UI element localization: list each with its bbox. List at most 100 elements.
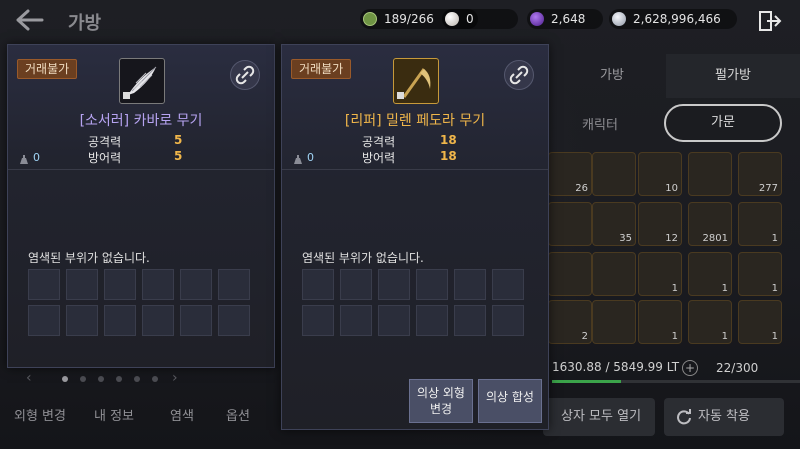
tab-label: 내 정보: [94, 409, 135, 424]
dye-slot: [142, 269, 174, 300]
inventory-slot[interactable]: 1: [688, 252, 732, 296]
inventory-slot[interactable]: [592, 300, 636, 344]
dye-slot: [28, 269, 60, 300]
inventory-slot[interactable]: [592, 252, 636, 296]
slot-count: 26: [575, 183, 588, 194]
inventory-slot[interactable]: [548, 252, 592, 296]
inventory-slot[interactable]: 1: [638, 300, 682, 344]
stat-label-defense: 방어력: [362, 151, 396, 165]
dye-slot: [28, 305, 60, 336]
page-dot: [62, 376, 68, 382]
auto-equip-label: 자동 착용: [698, 409, 750, 424]
inventory-slot[interactable]: 2801: [688, 202, 732, 246]
dye-slot: [454, 305, 486, 336]
dye-slot: [454, 269, 486, 300]
tab-label: 외형 변경: [14, 409, 66, 424]
dye-slot: [340, 305, 372, 336]
inventory-slot[interactable]: 35: [592, 202, 636, 246]
change-costume-appearance-button[interactable]: 의상 외형 변경: [409, 379, 473, 423]
button-label-line1: 의상 외형: [417, 386, 465, 400]
back-arrow-icon[interactable]: [14, 8, 44, 32]
subtab-family[interactable]: 가문: [664, 104, 782, 142]
subtab-label: 캐릭터: [582, 118, 618, 133]
tab-my-info[interactable]: 내 정보: [94, 398, 134, 436]
page-prev-icon[interactable]: ‹: [26, 370, 32, 386]
inventory-slot[interactable]: 2: [548, 300, 592, 344]
costume-synthesis-button[interactable]: 의상 합성: [478, 379, 542, 423]
inventory-slot[interactable]: 1: [738, 202, 782, 246]
slot-count: 1: [771, 233, 778, 244]
item-icon: [119, 58, 165, 104]
inventory-slot[interactable]: 1: [638, 252, 682, 296]
stat-label-attack: 공격력: [362, 135, 396, 149]
refresh-icon: [677, 409, 691, 425]
item-tooltip-card: 거래불가 [리퍼] 밀렌 페도라 무기 공격력 18 방어력 18 0 염색된 …: [281, 44, 549, 430]
slot-count: 277: [758, 183, 778, 194]
inventory-slot[interactable]: 12: [638, 202, 682, 246]
stat-value-defense: 5: [174, 149, 183, 163]
link-icon: [509, 65, 529, 85]
page-next-icon[interactable]: ›: [172, 370, 178, 386]
silver-coin-icon: [612, 12, 626, 26]
open-all-boxes-button[interactable]: 상자 모두 열기: [543, 398, 655, 436]
weight-value: 0: [33, 151, 40, 164]
slot-count: 2801: [702, 233, 728, 244]
tab-appearance-change[interactable]: 외형 변경: [14, 398, 66, 436]
page-dot: [116, 376, 122, 382]
inventory-slot[interactable]: 1: [738, 300, 782, 344]
link-button[interactable]: [504, 60, 534, 90]
slot-count: 2: [581, 331, 588, 342]
inventory-slot[interactable]: [548, 202, 592, 246]
tab-pearl-bag[interactable]: 펄가방: [666, 54, 800, 98]
tab-label: 가방: [600, 68, 624, 83]
dye-slot: [218, 305, 250, 336]
weight-text: 1630.88 / 5849.99 LT: [552, 360, 680, 374]
dye-status-text: 염색된 부위가 없습니다.: [302, 251, 424, 265]
inventory-slot[interactable]: 1: [738, 252, 782, 296]
dye-slot: [142, 305, 174, 336]
weight-icon: [294, 155, 302, 164]
dye-slot: [302, 305, 334, 336]
inventory-slot[interactable]: 26: [548, 152, 592, 196]
slot-count: 1: [671, 331, 678, 342]
tab-dye[interactable]: 염색: [170, 398, 194, 436]
dye-slot: [66, 305, 98, 336]
slot-count: 10: [665, 183, 678, 194]
dye-slot: [378, 305, 410, 336]
item-name: [리퍼] 밀렌 페도라 무기: [344, 113, 486, 129]
dye-slot: [492, 269, 524, 300]
dye-slot: [492, 305, 524, 336]
stat-label-defense: 방어력: [88, 151, 122, 165]
inventory-slot[interactable]: [688, 152, 732, 196]
currency-silver: 2,628,996,466: [609, 9, 737, 29]
inventory-panel: 가방 펄가방 캐릭터 가문: [548, 46, 800, 449]
tab-bag[interactable]: 가방: [556, 54, 668, 98]
tab-label: 펄가방: [715, 68, 751, 83]
weight-value: 0: [307, 151, 314, 164]
tab-label: 염색: [170, 409, 194, 424]
tab-options[interactable]: 옵션: [226, 398, 250, 436]
weight-bar-fill: [552, 380, 622, 383]
page-dot: [134, 376, 140, 382]
inventory-slot[interactable]: 1: [688, 300, 732, 344]
item-tooltip-card: 거래불가 [소서러] 카바로 무기 공격력 5 방어력 5 0 염색된 부위가 …: [7, 44, 275, 368]
inventory-slot[interactable]: 10: [638, 152, 682, 196]
green-coin-icon: [363, 12, 377, 26]
scythe-weapon-icon: [397, 68, 431, 99]
expand-plus-icon[interactable]: +: [682, 360, 698, 376]
page-dot: [80, 376, 86, 382]
subtab-character[interactable]: 캐릭터: [550, 108, 650, 144]
inventory-slot[interactable]: 277: [738, 152, 782, 196]
exit-icon[interactable]: [758, 10, 782, 32]
inventory-tabs: 가방 펄가방: [548, 54, 800, 98]
link-icon: [235, 65, 255, 85]
link-button[interactable]: [230, 60, 260, 90]
button-label: 의상 합성: [486, 390, 534, 404]
currency-value: 0: [466, 12, 474, 26]
feather-weapon-icon: [123, 66, 157, 99]
weight-icon: [20, 155, 28, 164]
slot-count: 1: [721, 283, 728, 294]
top-bar: 가방 189/266 0 2,648 2,628,996,466: [0, 0, 800, 40]
inventory-slot[interactable]: [592, 152, 636, 196]
auto-equip-button[interactable]: 자동 착용: [664, 398, 784, 436]
